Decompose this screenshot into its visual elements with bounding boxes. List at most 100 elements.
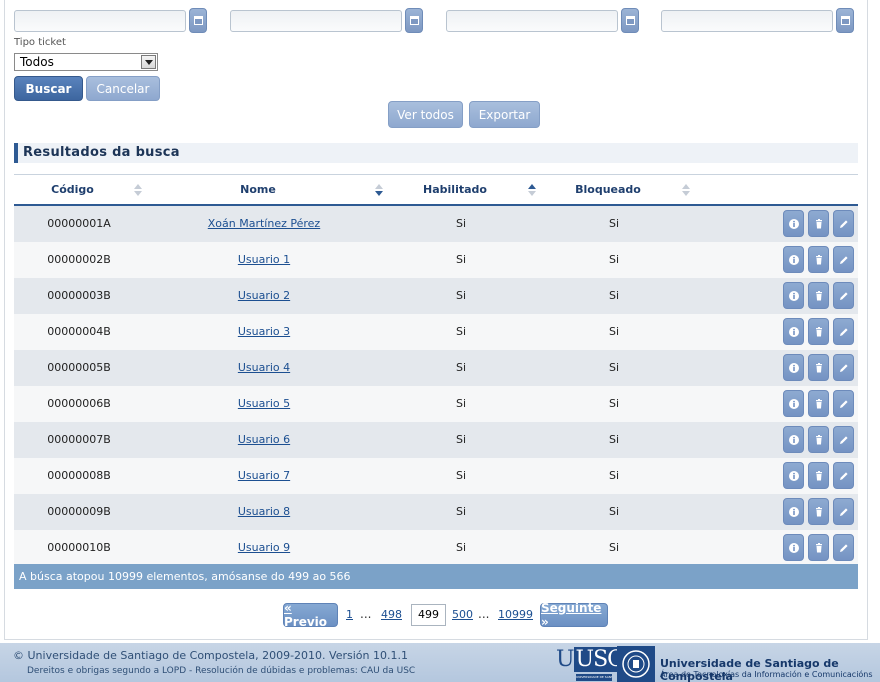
row-actions — [783, 246, 854, 273]
trash-icon[interactable] — [808, 390, 829, 417]
edit-icon[interactable] — [833, 390, 854, 417]
edit-icon[interactable] — [833, 210, 854, 237]
user-link[interactable]: Xoán Martínez Pérez — [208, 217, 320, 230]
pagination-ellipsis: ... — [360, 607, 372, 621]
cell-nome: Usuario 9 — [184, 530, 344, 566]
info-icon[interactable] — [783, 390, 804, 417]
footer-links[interactable]: Dereitos e obrigas segundo a LOPD - Reso… — [27, 666, 415, 676]
results-table: Código Nome Habilitado Bloqueado 0000000… — [14, 174, 858, 566]
info-icon[interactable] — [783, 426, 804, 453]
table-body: 00000001A Xoán Martínez Pérez Si Si 00000002… — [14, 206, 858, 566]
cell-habilitado: Si — [455, 325, 467, 338]
user-link[interactable]: Usuario 7 — [238, 469, 290, 482]
cell-habilitado: Si — [455, 505, 467, 518]
cell-habilitado: Si — [455, 469, 467, 482]
edit-icon[interactable] — [833, 426, 854, 453]
table-row: 00000001A Xoán Martínez Pérez Si Si — [14, 206, 858, 242]
user-link[interactable]: Usuario 5 — [238, 397, 290, 410]
page-link-498[interactable]: 498 — [381, 608, 402, 621]
row-actions — [783, 282, 854, 309]
cell-bloqueado: Si — [608, 217, 620, 230]
trash-icon[interactable] — [808, 426, 829, 453]
info-icon[interactable] — [783, 534, 804, 561]
edit-icon[interactable] — [833, 534, 854, 561]
date-input[interactable] — [14, 10, 186, 32]
cell-nome: Usuario 7 — [184, 458, 344, 494]
trash-icon[interactable] — [808, 282, 829, 309]
date-input[interactable] — [230, 10, 402, 32]
col-nome[interactable]: Nome — [228, 175, 288, 205]
trash-icon[interactable] — [808, 354, 829, 381]
cell-nome: Usuario 2 — [184, 278, 344, 314]
calendar-icon[interactable] — [836, 8, 854, 33]
trash-icon[interactable] — [808, 318, 829, 345]
page-link-last[interactable]: 10999 — [498, 608, 533, 621]
cell-nome: Usuario 1 — [184, 242, 344, 278]
sort-desc-icon[interactable] — [374, 183, 384, 197]
sort-asc-icon[interactable] — [527, 183, 537, 197]
cell-codigo: 00000001A — [47, 217, 111, 230]
calendar-icon[interactable] — [405, 8, 423, 33]
calendar-icon[interactable] — [621, 8, 639, 33]
trash-icon[interactable] — [808, 462, 829, 489]
cell-codigo: 00000003B — [47, 289, 111, 302]
info-icon[interactable] — [783, 282, 804, 309]
info-icon[interactable] — [783, 318, 804, 345]
results-status: A búsca atopou 10999 elementos, amósanse… — [14, 564, 858, 589]
date-input[interactable] — [661, 10, 833, 32]
page-link-first[interactable]: 1 — [346, 608, 353, 621]
cancelar-button[interactable]: Cancelar — [86, 76, 160, 101]
current-page-input[interactable]: 499 — [411, 604, 446, 626]
edit-icon[interactable] — [833, 318, 854, 345]
cell-bloqueado: Si — [608, 325, 620, 338]
trash-icon[interactable] — [808, 246, 829, 273]
cell-nome: Usuario 5 — [184, 386, 344, 422]
area-name: Área de Tecnoloxías da Información e Com… — [660, 670, 873, 679]
buscar-button[interactable]: Buscar — [14, 76, 83, 101]
ver-todos-button[interactable]: Ver todos — [388, 101, 463, 128]
trash-icon[interactable] — [808, 210, 829, 237]
user-link[interactable]: Usuario 9 — [238, 541, 290, 554]
info-icon[interactable] — [783, 210, 804, 237]
cell-bloqueado: Si — [608, 289, 620, 302]
trash-icon[interactable] — [808, 498, 829, 525]
user-link[interactable]: Usuario 4 — [238, 361, 290, 374]
edit-icon[interactable] — [833, 498, 854, 525]
tipo-ticket-select[interactable]: Todos — [14, 53, 158, 71]
user-link[interactable]: Usuario 3 — [238, 325, 290, 338]
edit-icon[interactable] — [833, 246, 854, 273]
edit-icon[interactable] — [833, 282, 854, 309]
col-habilitado[interactable]: Habilitado — [414, 175, 496, 205]
cell-codigo: 00000009B — [47, 505, 111, 518]
date-field-1 — [14, 8, 208, 33]
row-actions — [783, 354, 854, 381]
info-icon[interactable] — [783, 462, 804, 489]
cell-habilitado: Si — [455, 289, 467, 302]
row-actions — [783, 426, 854, 453]
cell-codigo: 00000006B — [47, 397, 111, 410]
user-link[interactable]: Usuario 8 — [238, 505, 290, 518]
info-icon[interactable] — [783, 498, 804, 525]
col-bloqueado[interactable]: Bloqueado — [567, 175, 649, 205]
calendar-icon[interactable] — [189, 8, 207, 33]
cell-codigo: 00000002B — [47, 253, 111, 266]
user-link[interactable]: Usuario 6 — [238, 433, 290, 446]
exportar-button[interactable]: Exportar — [469, 101, 540, 128]
sort-icon[interactable] — [681, 183, 691, 197]
sort-icon[interactable] — [133, 183, 143, 197]
cell-codigo: 00000005B — [47, 361, 111, 374]
cell-habilitado: Si — [455, 433, 467, 446]
edit-icon[interactable] — [833, 462, 854, 489]
cell-codigo: 00000008B — [47, 469, 111, 482]
info-icon[interactable] — [783, 354, 804, 381]
col-codigo[interactable]: Código — [44, 175, 101, 205]
user-link[interactable]: Usuario 2 — [238, 289, 290, 302]
previo-button[interactable]: « Previo — [283, 601, 338, 629]
trash-icon[interactable] — [808, 534, 829, 561]
user-link[interactable]: Usuario 1 — [238, 253, 290, 266]
page-link-500[interactable]: 500 — [452, 608, 473, 621]
date-input[interactable] — [446, 10, 618, 32]
edit-icon[interactable] — [833, 354, 854, 381]
seguinte-button[interactable]: Seguinte » — [540, 601, 608, 629]
info-icon[interactable] — [783, 246, 804, 273]
